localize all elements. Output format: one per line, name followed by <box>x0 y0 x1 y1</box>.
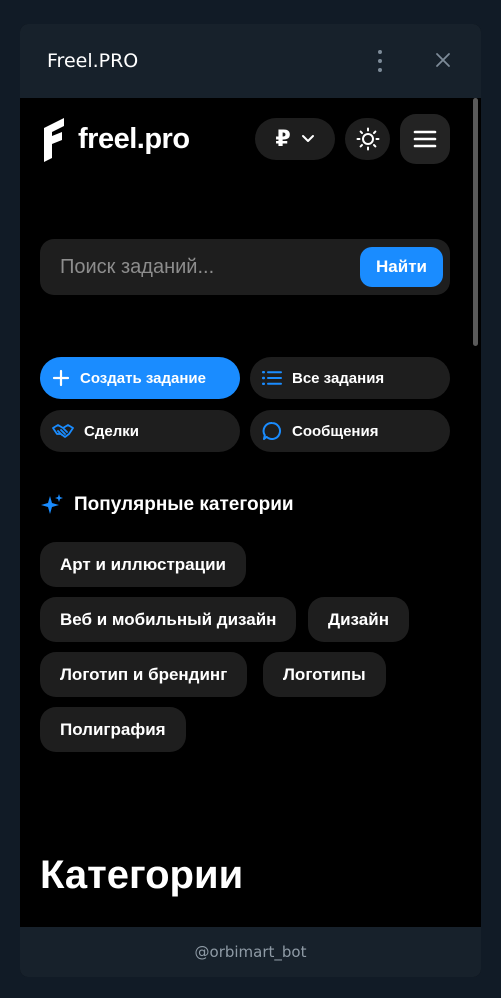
chat-bubble-icon <box>262 422 281 440</box>
logo[interactable]: freel.pro <box>40 114 190 164</box>
plus-icon <box>52 369 70 387</box>
all-tasks-button[interactable]: Все задания <box>250 357 450 399</box>
category-chip[interactable]: Дизайн <box>308 597 409 642</box>
chevron-down-icon <box>301 135 314 142</box>
deals-button[interactable]: Сделки <box>40 410 240 452</box>
create-task-button[interactable]: Создать задание <box>40 357 240 399</box>
popular-categories-title: Популярные категории <box>74 494 294 515</box>
list-icon <box>262 371 282 385</box>
all-tasks-label: Все задания <box>292 369 385 387</box>
titlebar: Freel.PRO <box>20 24 481 98</box>
bot-footer[interactable]: @orbimart_bot <box>20 927 481 977</box>
categories-heading: Категории <box>40 853 244 897</box>
menu-button[interactable] <box>400 114 450 164</box>
page-content: freel.pro ₽ Поиск заданий... Найти Созда… <box>20 98 481 927</box>
create-task-label: Создать задание <box>80 369 206 387</box>
category-chip[interactable]: Полиграфия <box>40 707 186 752</box>
currency-symbol: ₽ <box>275 126 291 151</box>
handshake-icon <box>52 424 74 438</box>
popular-categories-heading: Популярные категории <box>40 493 294 517</box>
more-options-icon[interactable] <box>373 50 387 72</box>
scrollbar[interactable] <box>473 98 478 346</box>
sparkle-icon <box>41 494 63 514</box>
search-bar: Найти <box>40 239 450 295</box>
search-button[interactable]: Найти <box>360 247 443 287</box>
window-title: Freel.PRO <box>47 50 139 72</box>
category-chip[interactable]: Логотип и брендинг <box>40 652 248 697</box>
theme-toggle-button[interactable] <box>345 118 390 160</box>
deals-label: Сделки <box>84 422 139 440</box>
logo-text: freel.pro <box>78 122 190 155</box>
search-input[interactable] <box>60 253 340 281</box>
category-chip[interactable]: Логотипы <box>263 652 386 697</box>
messages-button[interactable]: Сообщения <box>250 410 450 452</box>
messages-label: Сообщения <box>292 422 379 440</box>
telegram-webapp-window: Freel.PRO freel.pro ₽ Поиск заданий... Н… <box>20 24 481 977</box>
category-chip[interactable]: Веб и мобильный дизайн <box>40 597 297 642</box>
currency-selector[interactable]: ₽ <box>255 118 335 160</box>
category-chip[interactable]: Арт и иллюстрации <box>40 542 246 587</box>
sun-icon <box>356 127 379 151</box>
close-icon[interactable] <box>434 51 452 69</box>
hamburger-icon <box>413 130 437 148</box>
logo-mark-icon <box>44 118 64 162</box>
